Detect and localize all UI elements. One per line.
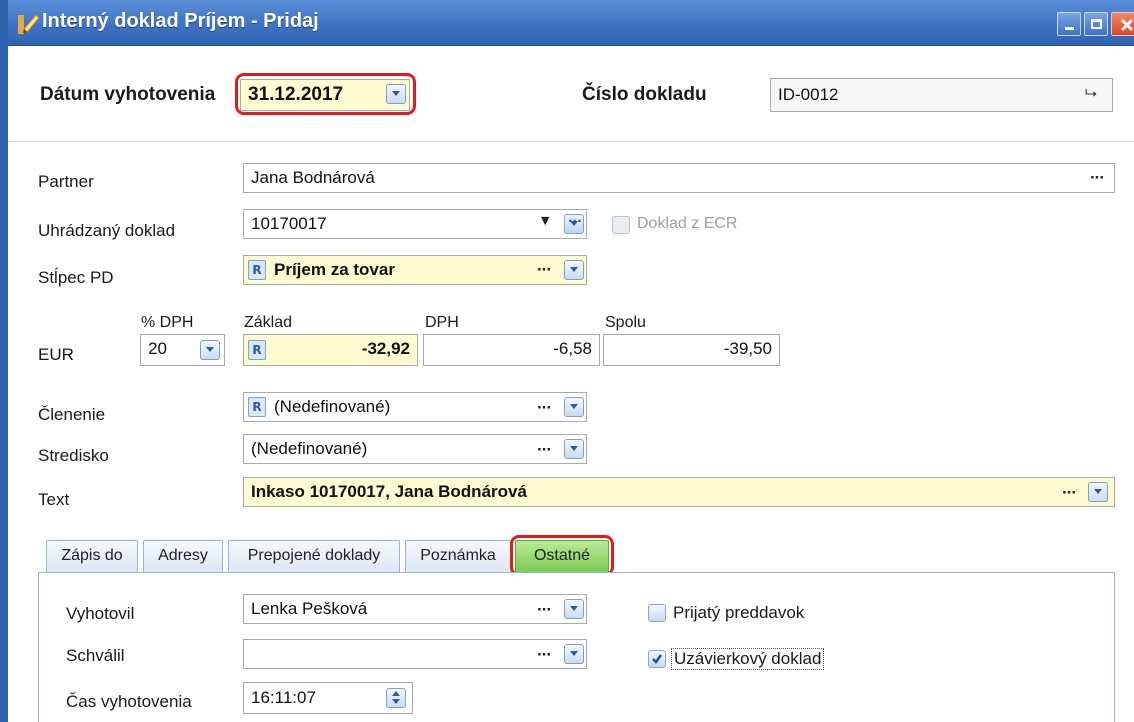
maximize-icon: [1091, 19, 1102, 29]
column-ellipsis-icon[interactable]: ···: [537, 261, 552, 278]
approved-label: Schválil: [66, 646, 125, 665]
spin-up-icon: [392, 691, 400, 696]
division-r-badge: R: [248, 397, 266, 417]
go-icon[interactable]: ⮡: [1085, 84, 1097, 102]
r-badge: R: [248, 260, 266, 280]
tab-prepojene-doklady[interactable]: Prepojené doklady: [228, 540, 400, 572]
created-by-ellipsis-icon[interactable]: ···: [537, 601, 552, 618]
approved-ellipsis-icon[interactable]: ···: [537, 646, 552, 663]
center-dropdown-icon[interactable]: [564, 439, 584, 459]
base-r-badge: R: [248, 340, 266, 360]
checkbox-icon: [652, 654, 662, 664]
window-left-border: [0, 0, 8, 722]
approved-dropdown-icon[interactable]: [564, 644, 584, 664]
date-label: Dátum vyhotovenia: [40, 84, 216, 105]
center-ellipsis-icon[interactable]: ···: [537, 441, 552, 458]
paid-doc-browse-button[interactable]: ···: [564, 214, 584, 234]
maximize-button[interactable]: [1084, 12, 1108, 36]
ecr-checkbox[interactable]: [612, 216, 630, 234]
partner-input[interactable]: Jana Bodnárová: [243, 163, 1115, 193]
pencil-icon: [18, 14, 40, 34]
vat-pct-dropdown-icon[interactable]: [200, 340, 220, 360]
division-input[interactable]: (Nedefinované): [243, 392, 587, 422]
close-icon: [1120, 18, 1134, 32]
close-button[interactable]: [1111, 12, 1134, 36]
ellipsis-icon: ···: [568, 214, 582, 228]
vat-input[interactable]: -6,58: [423, 334, 600, 366]
time-label: Čas vyhotovenia: [66, 692, 192, 711]
date-highlight-ring: [235, 73, 416, 115]
tab-zapis-do[interactable]: Zápis do: [46, 540, 138, 572]
tab-poznamka[interactable]: Poznámka: [405, 540, 511, 572]
advance-label: Prijatý preddavok: [673, 603, 805, 622]
text-dropdown-icon[interactable]: [1088, 482, 1108, 502]
docnum-input[interactable]: ID-0012: [770, 78, 1113, 112]
division-dropdown-icon[interactable]: [564, 397, 584, 417]
time-spin-icon[interactable]: [386, 688, 406, 708]
column-dropdown-icon[interactable]: [564, 260, 584, 280]
total-header: Spolu: [605, 314, 646, 331]
created-by-input[interactable]: Lenka Pešková: [243, 594, 587, 624]
text-input[interactable]: Inkaso 10170017, Jana Bodnárová: [243, 477, 1115, 507]
column-label: Stĺpec PD: [38, 268, 114, 287]
paid-doc-dropdown-icon[interactable]: ▼: [541, 214, 549, 227]
division-ellipsis-icon[interactable]: ···: [537, 399, 552, 416]
minimize-icon: [1065, 27, 1074, 30]
ecr-label: Doklad z ECR: [637, 215, 738, 232]
approved-input[interactable]: [243, 639, 587, 669]
center-input[interactable]: (Nedefinované): [243, 434, 587, 464]
title-bar[interactable]: Interný doklad Príjem - Pridaj: [8, 0, 1134, 46]
advance-checkbox[interactable]: [648, 604, 666, 622]
paid-doc-input[interactable]: 10170017: [243, 209, 587, 239]
partner-ellipsis-icon[interactable]: ···: [1090, 169, 1105, 186]
total-input[interactable]: -39,50: [603, 334, 780, 366]
tab-highlight-ring: [510, 535, 614, 576]
paid-doc-label: Uhrádzaný doklad: [38, 221, 176, 240]
docnum-label: Číslo dokladu: [582, 84, 707, 105]
division-label: Členenie: [38, 405, 106, 424]
partner-label: Partner: [38, 172, 94, 191]
spin-down-icon: [392, 699, 400, 704]
base-header: Základ: [244, 314, 293, 331]
closing-label: Uzávierkový doklad: [671, 648, 825, 670]
vat-pct-header: % DPH: [141, 314, 194, 331]
minimize-button[interactable]: [1057, 12, 1081, 36]
window-title: Interný doklad Príjem - Pridaj: [42, 10, 319, 32]
created-by-label: Vyhotovil: [66, 604, 135, 623]
text-label: Text: [38, 490, 70, 509]
center-label: Stredisko: [38, 446, 109, 465]
text-ellipsis-icon[interactable]: ···: [1062, 484, 1077, 501]
created-by-dropdown-icon[interactable]: [564, 599, 584, 619]
vat-header: DPH: [425, 314, 459, 331]
closing-checkbox[interactable]: [648, 650, 666, 668]
tab-adresy[interactable]: Adresy: [143, 540, 223, 572]
column-input[interactable]: Príjem za tovar: [243, 255, 587, 285]
base-input[interactable]: -32,92: [243, 334, 418, 366]
currency-label: EUR: [38, 345, 74, 364]
